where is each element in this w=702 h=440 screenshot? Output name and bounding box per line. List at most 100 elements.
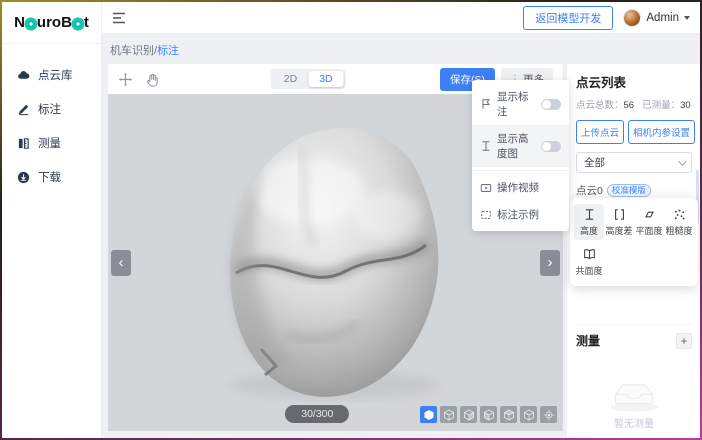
breadcrumb-current: 标注	[157, 45, 179, 57]
menu-item-label: 显示高度图	[497, 131, 536, 161]
sidebar-item-label: 测量	[38, 135, 61, 151]
viewcube-top-button[interactable]	[500, 406, 517, 423]
username: Admin	[646, 12, 679, 24]
panel-stats: 点云总数：56 已测量：30	[576, 97, 692, 111]
viewcube-iso-button[interactable]	[420, 406, 437, 423]
viewcube-front-button[interactable]	[440, 406, 457, 423]
logo-text: uroB	[37, 14, 72, 31]
prev-image-button[interactable]: ‹	[111, 250, 131, 276]
tool-coplanarity[interactable]: 共面度	[574, 244, 604, 280]
logo-text: t	[84, 14, 89, 31]
stat-measured: 已测量：30	[642, 97, 691, 111]
app-logo: NuroB t	[2, 2, 101, 44]
pointcloud-group[interactable]: 点云0 校准模版	[576, 183, 692, 198]
tooth-3d-mesh	[206, 123, 456, 403]
flatness-tool-icon	[643, 208, 656, 221]
filter-value: 全部	[584, 155, 605, 170]
menu-item-label: 操作视频	[497, 180, 539, 195]
flag-icon	[480, 98, 492, 110]
tool-label: 粗糙度	[665, 224, 692, 237]
tool-label: 高度差	[605, 224, 632, 237]
top-header: 返回模型开发 Admin	[102, 2, 700, 34]
add-measure-button[interactable]: +	[676, 333, 692, 349]
tool-height-difference[interactable]: 高度差	[604, 204, 634, 240]
logo-text: N	[14, 14, 25, 31]
gear-icon	[26, 19, 36, 29]
measure-tools-popup: 高度 高度差 平面度 粗糙度 共面度	[570, 198, 698, 286]
video-icon	[480, 182, 492, 194]
sidebar-item-label: 下载	[38, 169, 61, 185]
hand-tool-icon[interactable]	[145, 72, 160, 87]
avatar	[623, 9, 641, 27]
show-heightmap-toggle[interactable]	[541, 141, 561, 152]
filter-select[interactable]: 全部	[576, 152, 692, 173]
tool-label: 共面度	[575, 264, 602, 277]
chevron-down-icon	[678, 157, 686, 165]
upload-pointcloud-button[interactable]: 上传点云	[576, 120, 624, 144]
panel-buttons: 上传点云 相机内参设置	[576, 120, 692, 144]
tool-flatness[interactable]: 平面度	[634, 204, 664, 240]
menu-item-label: 显示标注	[497, 89, 536, 119]
pan-tool-icon[interactable]	[118, 72, 133, 87]
app-window: NuroBt 点云库 标注 测量 下载 返回模	[0, 0, 702, 440]
roughness-tool-icon	[673, 208, 686, 221]
breadcrumb-parent[interactable]: 机车识别	[110, 45, 154, 57]
height-icon	[480, 140, 492, 152]
menu-divider	[472, 170, 569, 171]
download-icon	[17, 171, 30, 184]
menu-item-show-heightmap[interactable]: 显示高度图	[472, 125, 569, 167]
empty-tray-icon	[605, 371, 663, 413]
menu-item-tutorial-video[interactable]: 操作视频	[472, 174, 569, 201]
collapse-menu-icon[interactable]	[112, 12, 126, 24]
template-badge: 校准模版	[607, 184, 651, 197]
image-counter: 30/300	[285, 405, 349, 423]
menu-item-label: 标注示例	[497, 207, 539, 222]
camera-params-button[interactable]: 相机内参设置	[628, 120, 695, 144]
view-mode-segmented: 2D 3D	[271, 69, 346, 89]
sidebar-item-download[interactable]: 下载	[2, 160, 101, 194]
menu-item-show-annotation[interactable]: 显示标注	[472, 83, 569, 125]
header-right-group: 返回模型开发 Admin	[523, 6, 690, 30]
sidebar-item-measure[interactable]: 测量	[2, 126, 101, 160]
pen-icon	[17, 103, 30, 116]
measure-section-header: 测量 +	[576, 324, 692, 349]
cloud-icon	[17, 69, 30, 82]
height-tool-icon	[583, 208, 596, 221]
show-annotation-toggle[interactable]	[541, 99, 561, 110]
tool-roughness[interactable]: 粗糙度	[664, 204, 694, 240]
height-diff-tool-icon	[613, 208, 626, 221]
menu-item-annotation-example[interactable]: 标注示例	[472, 201, 569, 228]
sidebar-item-annotate[interactable]: 标注	[2, 92, 101, 126]
ruler-icon	[17, 137, 30, 150]
panel-title: 点云列表	[576, 72, 692, 91]
tool-label: 高度	[580, 224, 598, 237]
sidebar-item-pointcloud-library[interactable]: 点云库	[2, 58, 101, 92]
measure-title: 测量	[576, 332, 600, 349]
viewcube-left-button[interactable]	[480, 406, 497, 423]
view-2d-button[interactable]: 2D	[273, 71, 308, 87]
sidebar: NuroB t 点云库 标注 测量 下载	[2, 2, 102, 438]
tool-label: 平面度	[635, 224, 662, 237]
tool-height[interactable]: 高度	[574, 204, 604, 240]
next-image-button[interactable]: ›	[540, 250, 560, 276]
caret-down-icon	[684, 16, 690, 20]
account-menu[interactable]: Admin	[623, 9, 690, 27]
coplanarity-tool-icon	[583, 248, 596, 261]
sidebar-item-label: 标注	[38, 101, 61, 117]
viewcube-bottom-button[interactable]	[520, 406, 537, 423]
sidebar-nav: 点云库 标注 测量 下载	[2, 44, 101, 194]
stat-total: 点云总数：56	[576, 97, 634, 111]
view-orientation-buttons	[420, 406, 557, 423]
view-3d-button[interactable]: 3D	[308, 71, 343, 87]
viewcube-back-button[interactable]	[460, 406, 477, 423]
frame-icon	[480, 209, 492, 221]
breadcrumb: 机车识别/标注	[102, 34, 700, 64]
locate-center-button[interactable]	[540, 406, 557, 423]
group-name: 点云0	[576, 183, 603, 198]
empty-state: 暂无测量	[576, 371, 692, 438]
gear-icon	[73, 19, 83, 29]
more-dropdown-menu: 显示标注 显示高度图 操作视频 标注示例	[472, 80, 569, 231]
sidebar-item-label: 点云库	[38, 67, 73, 83]
chevron-right-icon: ›	[548, 254, 553, 271]
back-to-model-dev-button[interactable]: 返回模型开发	[523, 6, 613, 30]
